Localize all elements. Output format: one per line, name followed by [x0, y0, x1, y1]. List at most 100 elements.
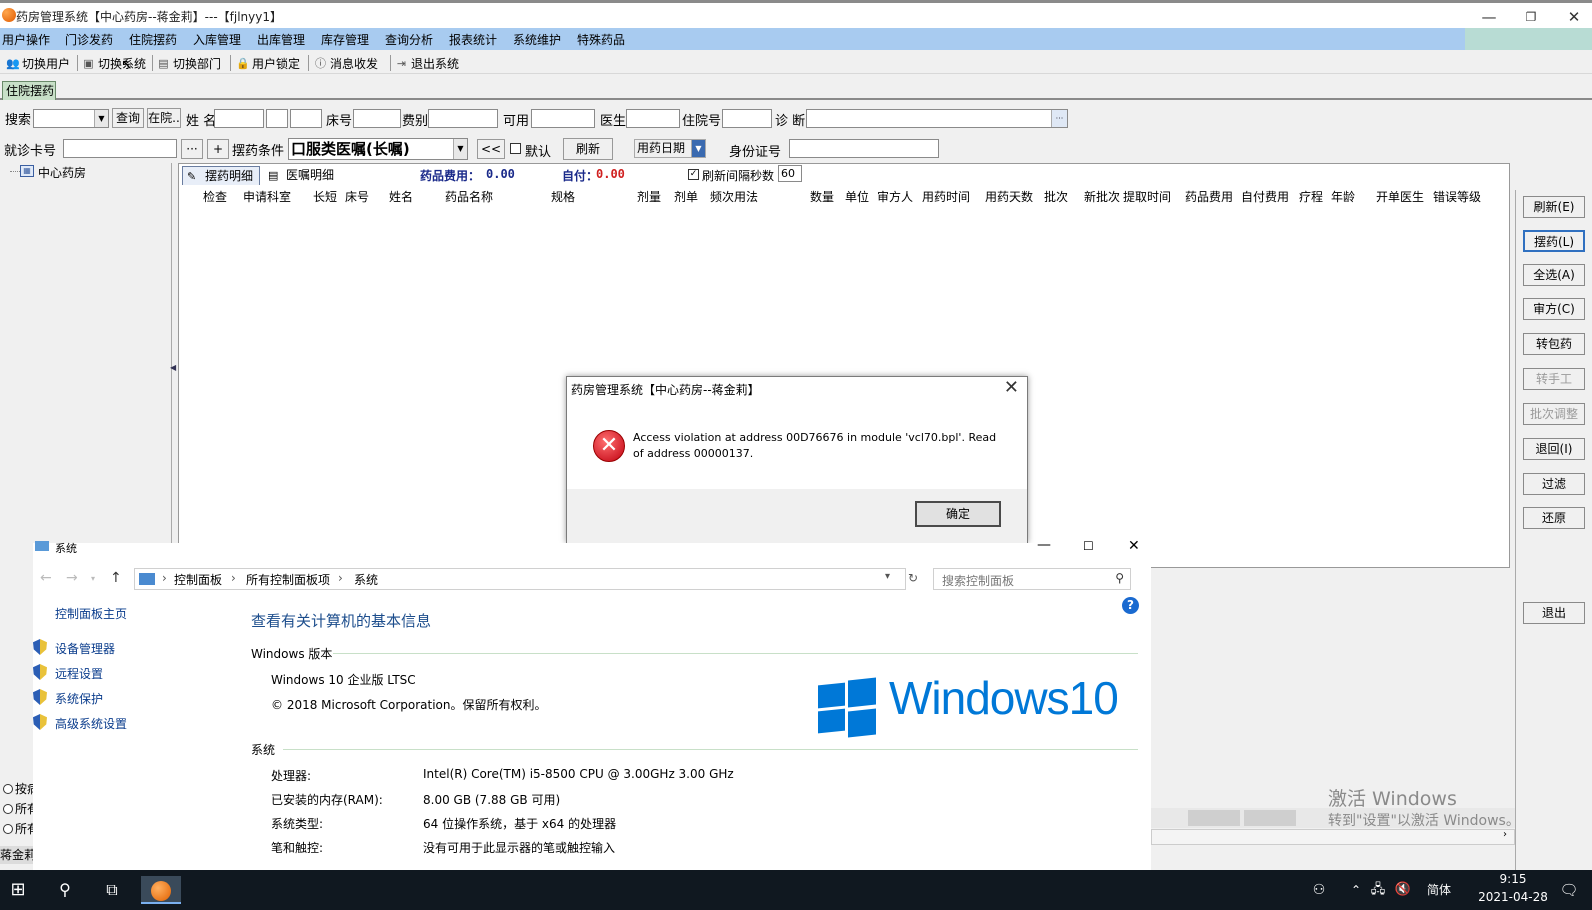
id-card-input[interactable] — [789, 139, 939, 158]
system-close-button[interactable]: ✕ — [1128, 538, 1140, 554]
col-header[interactable]: 疗程 — [1299, 188, 1323, 205]
default-checkbox[interactable] — [510, 143, 521, 154]
menu-inpatient[interactable]: 住院摆药 — [129, 31, 177, 48]
breadcrumb-all-items[interactable]: 所有控制面板项 — [246, 571, 330, 588]
tree-node-central-pharmacy[interactable]: 中心药房 — [38, 164, 86, 181]
col-header[interactable]: 申请科室 — [243, 188, 291, 205]
menu-stock-in[interactable]: 入库管理 — [193, 31, 241, 48]
menu-maintenance[interactable]: 系统维护 — [513, 31, 561, 48]
people-icon[interactable]: ⚇ — [1307, 876, 1331, 904]
diagnosis-more-button[interactable]: ··· — [1051, 110, 1067, 127]
col-header[interactable]: 床号 — [345, 188, 369, 205]
menu-inventory[interactable]: 库存管理 — [321, 31, 369, 48]
col-header[interactable]: 频次用法 — [710, 188, 758, 205]
card-no-input[interactable] — [63, 139, 177, 158]
to-package-button[interactable]: 转包药 — [1523, 333, 1585, 355]
network-icon[interactable]: 🖧 — [1368, 876, 1388, 904]
ime-indicator[interactable]: 简体 — [1422, 876, 1456, 904]
diagnosis-input[interactable]: ··· — [806, 109, 1068, 128]
col-header[interactable]: 药品名称 — [445, 188, 493, 205]
refresh-interval-input[interactable]: 60 — [778, 165, 802, 182]
control-panel-home-link[interactable]: 控制面板主页 — [55, 605, 127, 622]
batch-adjust-button[interactable]: 批次调整 — [1523, 403, 1585, 425]
col-header[interactable]: 用药时间 — [922, 188, 970, 205]
card-add-button[interactable]: + — [207, 139, 229, 159]
col-header[interactable]: 用药天数 — [985, 188, 1033, 205]
switch-user-button[interactable]: 👥 切换用户 — [6, 55, 70, 72]
col-header[interactable]: 姓名 — [389, 188, 413, 205]
history-dropdown-icon[interactable]: ▾ — [91, 574, 95, 583]
switch-system-button[interactable]: ▣ 切换系统 — [82, 55, 146, 72]
user-lock-button[interactable]: 🔒 用户锁定 — [236, 55, 300, 72]
available-input[interactable] — [531, 109, 595, 128]
col-header[interactable]: 新批次 — [1084, 188, 1120, 205]
card-more-button[interactable]: ··· — [181, 139, 203, 159]
system-maximize-button[interactable]: ☐ — [1083, 539, 1094, 553]
notification-icon[interactable]: 🗨 — [1555, 876, 1583, 904]
bed-input[interactable] — [353, 109, 401, 128]
tab-order-detail[interactable]: ▤ 医嘱明细 — [264, 166, 346, 185]
return-button[interactable]: 退回(I) — [1523, 438, 1585, 460]
dialog-ok-button[interactable]: 确定 — [915, 501, 1001, 527]
splitter-arrow-icon[interactable]: ◀ — [170, 363, 176, 372]
menu-query[interactable]: 查询分析 — [385, 31, 433, 48]
to-manual-button[interactable]: 转手工 — [1523, 368, 1585, 390]
chevron-down-icon[interactable]: ▾ — [885, 571, 890, 582]
breadcrumb-control-panel[interactable]: 控制面板 — [174, 571, 222, 588]
device-manager-link[interactable]: 设备管理器 — [55, 640, 115, 657]
inhospital-button[interactable]: 在院.. — [147, 108, 181, 128]
col-header[interactable]: 单位 — [845, 188, 869, 205]
close-button[interactable]: ✕ — [1551, 6, 1592, 28]
pharmacy-app-icon[interactable] — [141, 876, 181, 904]
date-type-select[interactable]: 用药日期 ▼ — [634, 139, 706, 158]
select-all-button[interactable]: 全选(A) — [1523, 264, 1585, 286]
dialog-close-button[interactable]: ✕ — [1004, 377, 1019, 398]
auto-refresh-checkbox[interactable]: ✓ — [688, 169, 699, 180]
col-header[interactable]: 剂单 — [674, 188, 698, 205]
advanced-settings-link[interactable]: 高级系统设置 — [55, 715, 127, 732]
col-header[interactable]: 自付费用 — [1241, 188, 1289, 205]
help-icon[interactable]: ? — [1122, 597, 1139, 614]
start-windows-icon[interactable]: ⊞ — [0, 876, 38, 904]
address-bar[interactable]: › 控制面板 › 所有控制面板项 › 系统 ▾ ↻ — [134, 568, 918, 590]
doctor-input[interactable] — [626, 109, 680, 128]
switch-dept-button[interactable]: ▤ 切换部门 — [157, 55, 221, 72]
restore-button[interactable]: ❐ — [1508, 6, 1554, 28]
exit-button[interactable]: 退出 — [1523, 602, 1585, 624]
remote-settings-link[interactable]: 远程设置 — [55, 665, 103, 682]
col-header[interactable]: 审方人 — [877, 188, 913, 205]
menu-reports[interactable]: 报表统计 — [449, 31, 497, 48]
col-header[interactable]: 年龄 — [1331, 188, 1355, 205]
refresh-icon[interactable]: ↻ — [908, 571, 918, 585]
tab-dispense-detail[interactable]: ✎ 摆药明细 — [182, 166, 260, 185]
chevron-up-icon[interactable]: ⌃ — [1346, 876, 1366, 904]
col-header[interactable]: 错误等级 — [1433, 188, 1481, 205]
exit-system-button[interactable]: ⇥ 退出系统 — [395, 55, 459, 72]
inpatient-no-input[interactable] — [722, 109, 772, 128]
dispense-condition-select[interactable]: 口服类医嘱(长嘱) ▼ — [288, 138, 468, 160]
menu-outpatient[interactable]: 门诊发药 — [65, 31, 113, 48]
tab-inpatient-dispensing[interactable]: 住院摆药 — [2, 81, 56, 100]
minimize-button[interactable]: — — [1466, 6, 1512, 28]
up-arrow-icon[interactable]: ↑ — [110, 570, 122, 586]
scroll-right-icon[interactable]: › — [1503, 829, 1507, 840]
breadcrumb-system[interactable]: 系统 — [354, 571, 378, 588]
clock-time[interactable]: 9:15 — [1483, 872, 1543, 886]
system-protection-link[interactable]: 系统保护 — [55, 690, 103, 707]
review-button[interactable]: 审方(C) — [1523, 298, 1585, 320]
query-button[interactable]: 查询 — [112, 108, 144, 128]
filter-button[interactable]: 过滤 — [1523, 473, 1585, 495]
collapse-button[interactable]: << — [477, 139, 505, 159]
col-header[interactable]: 规格 — [551, 188, 575, 205]
col-header[interactable]: 数量 — [810, 188, 834, 205]
forward-arrow-icon[interactable]: → — [66, 570, 78, 586]
search-input[interactable]: 搜索控制面板 ⚲ — [933, 568, 1131, 590]
menu-special-drugs[interactable]: 特殊药品 — [577, 31, 625, 48]
col-header[interactable]: 长短 — [313, 188, 337, 205]
name-input-3[interactable] — [290, 109, 322, 128]
name-input[interactable] — [214, 109, 264, 128]
back-arrow-icon[interactable]: ← — [40, 570, 52, 586]
clock-date[interactable]: 2021-04-28 — [1466, 890, 1560, 904]
name-input-2[interactable] — [266, 109, 288, 128]
messages-button[interactable]: ⓘ 消息收发 — [314, 55, 378, 72]
